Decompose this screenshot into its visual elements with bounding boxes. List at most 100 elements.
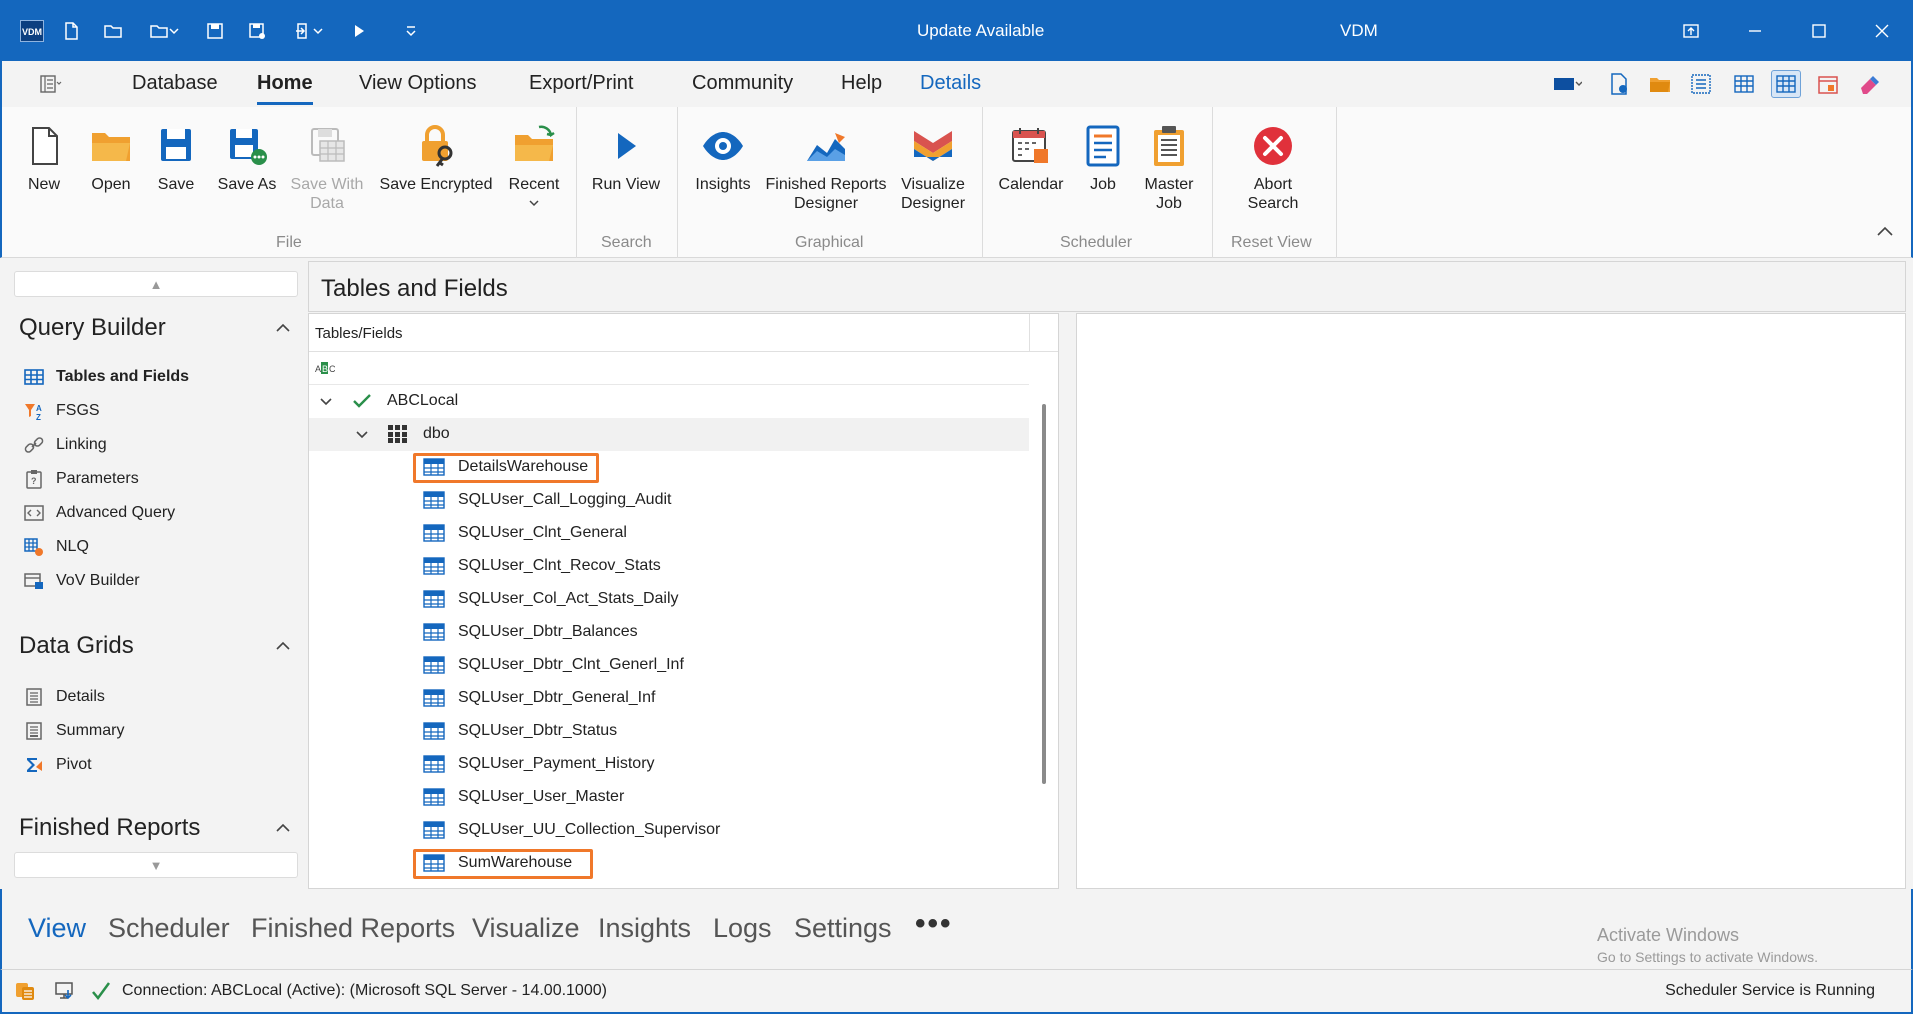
form-view-icon[interactable] (1686, 70, 1716, 98)
minimize-button[interactable] (1735, 14, 1775, 48)
table-icon (423, 557, 445, 575)
open-recent-dropdown-icon[interactable] (142, 18, 186, 44)
save-as-icon[interactable] (244, 18, 270, 44)
more-options-button[interactable]: ••• (915, 907, 953, 941)
expand-chevron-icon[interactable] (355, 428, 369, 440)
schedule-calendar-icon[interactable] (1813, 70, 1843, 98)
eraser-icon[interactable] (1854, 70, 1884, 98)
expand-chevron-icon[interactable] (319, 395, 333, 407)
tree-row-table[interactable]: SQLUser_Payment_History (309, 748, 1029, 781)
tree-row-database[interactable]: ABCLocal (309, 385, 1029, 418)
database-stack-icon[interactable] (14, 980, 36, 1002)
bottom-tab-settings[interactable]: Settings (794, 913, 892, 944)
insights-button[interactable]: Insights (690, 117, 756, 194)
color-theme-icon[interactable] (1545, 70, 1589, 98)
tree-row-table[interactable]: SQLUser_Call_Logging_Audit (309, 484, 1029, 517)
tree-row-table[interactable]: SQLUser_UU_Collection_Supervisor (309, 814, 1029, 847)
tree-row-table[interactable]: SQLUser_Col_Act_Stats_Daily (309, 583, 1029, 616)
nav-linking[interactable]: Linking (24, 435, 107, 455)
tab-community[interactable]: Community (692, 72, 793, 95)
tree-row-schema[interactable]: dbo (309, 418, 1029, 451)
bottom-tab-view[interactable]: View (28, 913, 86, 944)
group-separator (1212, 107, 1213, 258)
save-icon[interactable] (202, 18, 228, 44)
tree-column-header[interactable]: Tables/Fields (309, 314, 1058, 352)
nav-vov-builder[interactable]: VoV Builder (24, 571, 140, 591)
tree-filter-row[interactable]: ABC (309, 352, 1029, 385)
nav-details[interactable]: Details (24, 687, 105, 707)
run-view-button[interactable]: Run View (590, 117, 662, 194)
calendar-button[interactable]: Calendar (994, 117, 1068, 194)
bottom-tab-scheduler[interactable]: Scheduler (108, 913, 230, 944)
save-button[interactable]: Save (152, 117, 200, 194)
scroll-down-button[interactable]: ▼ (14, 852, 298, 878)
tree-row-table[interactable]: SQLUser_Dbtr_Balances (309, 616, 1029, 649)
nav-advanced-query[interactable]: Advanced Query (24, 503, 175, 523)
finished-reports-designer-button[interactable]: Finished Reports Designer (762, 117, 890, 213)
scroll-up-button[interactable]: ▲ (14, 271, 298, 297)
nav-nlq[interactable]: NLQ (24, 537, 89, 557)
bottom-tab-visualize[interactable]: Visualize (472, 913, 580, 944)
collapse-ribbon-icon[interactable] (1875, 223, 1895, 239)
nav-tables-and-fields[interactable]: Tables and Fields (24, 367, 189, 387)
new-button[interactable]: New (20, 117, 68, 194)
monitor-download-icon[interactable] (54, 980, 76, 1002)
bottom-tab-insights[interactable]: Insights (598, 913, 691, 944)
grid-view-icon[interactable] (1729, 70, 1759, 98)
tree-row-table[interactable]: SQLUser_Dbtr_Status (309, 715, 1029, 748)
export-dropdown-icon[interactable] (286, 18, 330, 44)
table-name: SQLUser_Payment_History (458, 755, 655, 772)
table-icon (423, 755, 445, 773)
tree-row-table[interactable]: SQLUser_Dbtr_General_Inf (309, 682, 1029, 715)
restore-layout-icon[interactable] (1671, 14, 1711, 48)
save-with-data-button[interactable]: Save With Data (287, 117, 367, 213)
tree-row-table[interactable]: DetailsWarehouse (309, 451, 1029, 484)
open-button[interactable]: Open (86, 117, 136, 194)
bottom-tab-logs[interactable]: Logs (713, 913, 772, 944)
table-icon (423, 788, 445, 806)
collapse-query-builder-icon[interactable] (274, 321, 292, 335)
tree-vertical-scrollbar[interactable] (1042, 404, 1046, 784)
tab-view-options[interactable]: View Options (359, 72, 476, 95)
collapse-finished-reports-icon[interactable] (274, 821, 292, 835)
nav-pivot[interactable]: Pivot (24, 755, 92, 775)
schema-name: dbo (423, 425, 450, 442)
maximize-button[interactable] (1799, 14, 1839, 48)
tab-help[interactable]: Help (841, 72, 882, 95)
new-file-icon[interactable] (58, 18, 84, 44)
new-document-settings-icon[interactable] (1604, 70, 1634, 98)
customize-toolbar-icon[interactable] (398, 18, 424, 44)
visualize-designer-button[interactable]: Visualize Designer (896, 117, 970, 213)
tree-row-table[interactable]: SQLUser_Clnt_General (309, 517, 1029, 550)
pivot-sigma-icon (27, 758, 42, 772)
group-label-scheduler: Scheduler (1060, 234, 1133, 251)
tree-row-table[interactable]: SQLUser_Dbtr_Clnt_Generl_Inf (309, 649, 1029, 682)
tab-details[interactable]: Details (920, 72, 981, 95)
group-separator (1336, 107, 1337, 258)
recent-button[interactable]: Recent (506, 117, 562, 213)
tree-row-table[interactable]: SQLUser_User_Master (309, 781, 1029, 814)
bottom-tab-finished-reports[interactable]: Finished Reports (251, 913, 455, 944)
tab-database[interactable]: Database (132, 72, 218, 95)
text-filter-icon[interactable]: ABC (315, 361, 335, 375)
save-as-button[interactable]: Save As (214, 117, 280, 194)
tab-home[interactable]: Home (257, 72, 313, 105)
collapse-data-grids-icon[interactable] (274, 639, 292, 653)
table-view-icon[interactable] (1771, 70, 1801, 98)
panel-layout-icon[interactable] (32, 70, 68, 98)
tab-export-print[interactable]: Export/Print (529, 72, 633, 95)
job-button[interactable]: Job (1080, 117, 1126, 194)
nav-parameters[interactable]: ? Parameters (24, 469, 139, 489)
master-job-button[interactable]: Master Job (1138, 117, 1200, 213)
update-available-notice[interactable]: Update Available (917, 21, 1044, 41)
nav-summary[interactable]: Summary (24, 721, 124, 741)
tree-row-table[interactable]: SumWarehouse (309, 847, 1029, 880)
close-button[interactable] (1862, 14, 1902, 48)
open-folder-icon[interactable] (100, 18, 126, 44)
save-encrypted-button[interactable]: Save Encrypted (376, 117, 496, 194)
folder-icon[interactable] (1645, 70, 1675, 98)
nav-fsgs[interactable]: AZ FSGS (24, 401, 100, 421)
tree-row-table[interactable]: SQLUser_Clnt_Recov_Stats (309, 550, 1029, 583)
run-icon[interactable] (346, 18, 372, 44)
abort-search-button[interactable]: Abort Search (1234, 117, 1312, 213)
